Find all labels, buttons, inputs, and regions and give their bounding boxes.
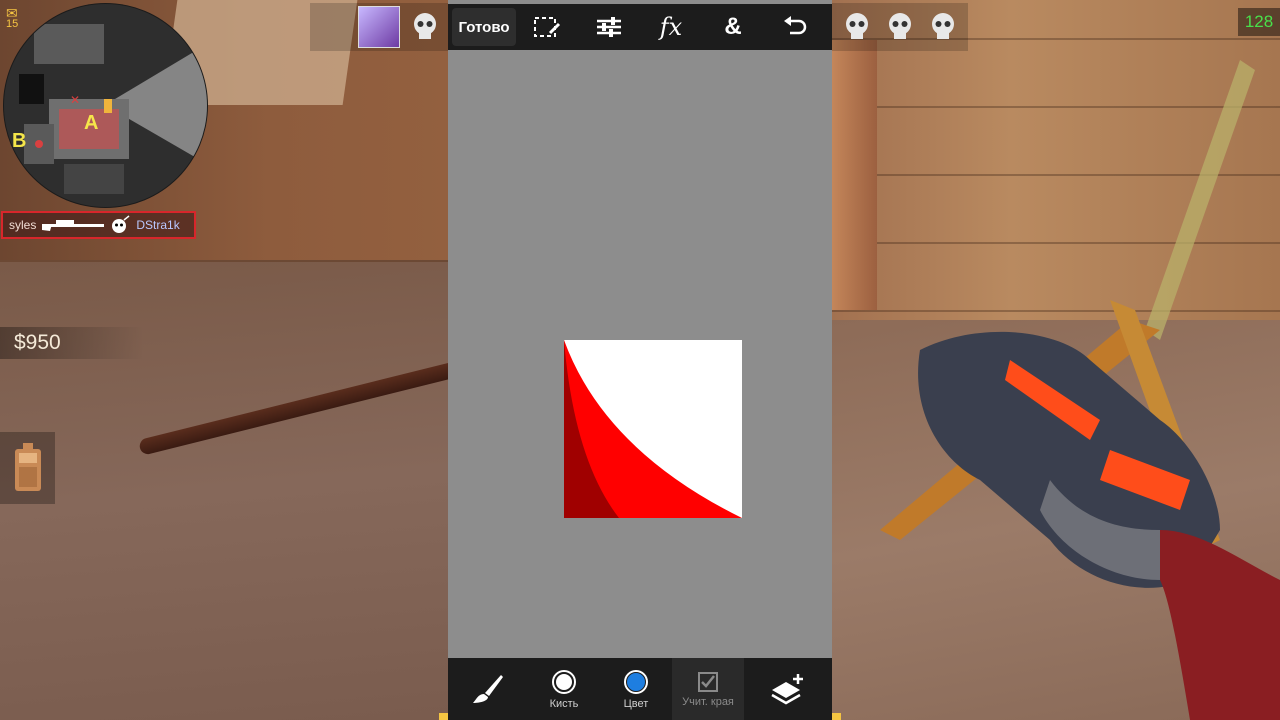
brush-tool-button[interactable] <box>448 658 528 720</box>
site-b-label: B <box>12 130 27 152</box>
selection-tool-button[interactable] <box>516 4 578 50</box>
bomb-slot[interactable] <box>0 432 55 504</box>
money-counter: $950 <box>0 327 144 359</box>
skull-icon <box>414 13 436 39</box>
player-avatar <box>358 6 400 48</box>
add-layer-icon <box>771 674 803 705</box>
c4-bomb-icon <box>14 443 41 491</box>
undo-icon <box>784 16 807 35</box>
undo-button[interactable] <box>764 4 826 50</box>
done-button[interactable]: Готово <box>452 8 516 46</box>
killer-name: syles <box>9 218 37 232</box>
edge-aware-label: Учит. края <box>682 695 734 708</box>
minimap-map: ✕ <box>19 24 207 194</box>
brush-size-button[interactable]: Кисть <box>528 658 600 720</box>
layers-button[interactable] <box>744 658 832 720</box>
sniper-rifle-icon <box>42 220 105 231</box>
fx-tool-button[interactable]: fx <box>640 4 702 50</box>
screen-edge-marker-right <box>832 713 841 720</box>
adjust-tool-button[interactable] <box>578 4 640 50</box>
skull-icon <box>846 13 868 39</box>
gloved-hand-with-butterfly-knife <box>880 60 1280 720</box>
killfeed-entry: syles DStra1k <box>1 211 196 239</box>
mail-indicator: ✉ 15 <box>6 6 19 30</box>
edge-aware-toggle[interactable]: Учит. края <box>672 658 744 720</box>
selection-icon <box>534 17 561 37</box>
fx-icon: fx <box>659 13 683 41</box>
color-button[interactable]: Цвет <box>600 658 672 720</box>
brush-size-icon <box>552 669 576 694</box>
brush-size-label: Кисть <box>549 697 579 710</box>
headshot-icon <box>112 215 130 233</box>
victim-name: DStra1k <box>136 218 180 232</box>
canvas-artwork <box>564 340 742 518</box>
drawing-canvas[interactable] <box>564 340 742 518</box>
site-a-label: A <box>84 112 99 134</box>
minimap: ✕ A B <box>3 3 208 208</box>
team-scorebar-left <box>310 3 448 51</box>
checkbox-icon <box>698 671 718 692</box>
blend-icon: & <box>724 13 742 40</box>
skull-icon <box>889 13 911 39</box>
skull-icon <box>932 13 954 39</box>
editor-bottom-toolbar: Кисть Цвет Учит. края <box>448 658 832 720</box>
fps-counter: 128 <box>1238 8 1280 36</box>
color-swatch-icon <box>624 669 648 694</box>
screen-edge-marker-left <box>439 713 448 720</box>
svg-text:✕: ✕ <box>70 93 80 107</box>
editor-top-toolbar: Готово fx & <box>448 4 832 50</box>
color-label: Цвет <box>623 697 649 710</box>
adjust-sliders-icon <box>597 17 621 37</box>
brush-icon <box>473 675 503 703</box>
image-editor-app: Готово fx & Кисть Цвет Учит. края <box>448 0 832 720</box>
mail-count: 15 <box>6 18 19 30</box>
blend-tool-button[interactable]: & <box>702 4 764 50</box>
team-scorebar-right <box>832 3 968 51</box>
